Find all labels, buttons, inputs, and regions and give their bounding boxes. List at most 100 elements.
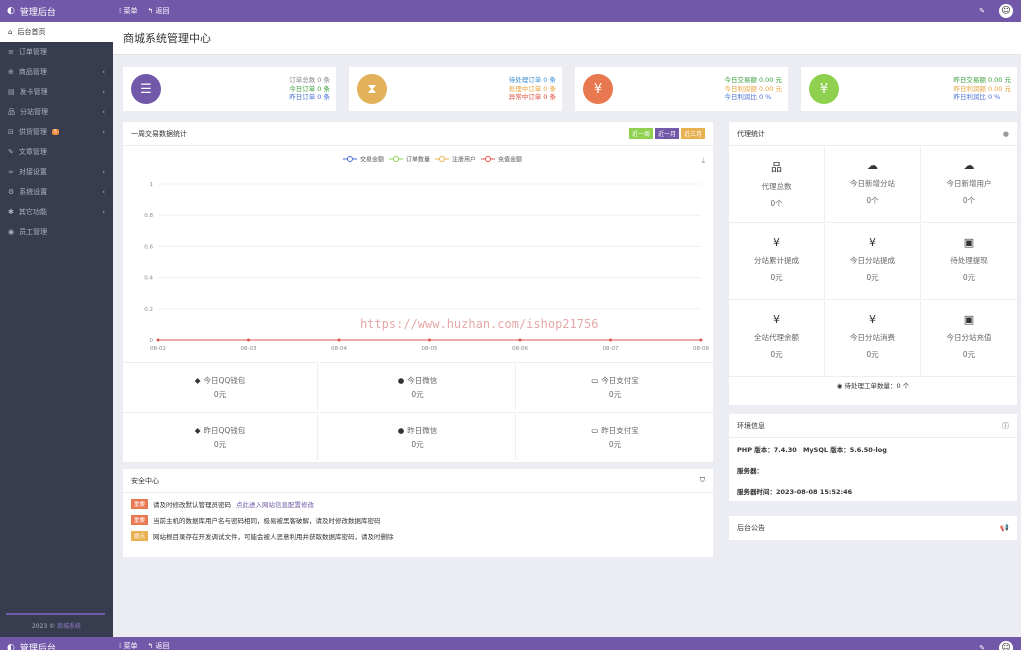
range-button-1[interactable]: 近一月	[654, 128, 679, 139]
stat-icon: ¥	[809, 74, 839, 104]
money-icon: ▣	[963, 236, 975, 249]
notice-link[interactable]: 点此进入网站信息配置修改	[236, 499, 314, 509]
sidebar: ⌂ 后台首页 ≡ 订单管理 ⊕ 商品管理 ‹ ▤ 发卡管理 ‹ 品分站管理 ‹ ⊟ 供货管理 5 ‹ ✎ 文章管理…	[0, 22, 113, 637]
range-button-0[interactable]: 近一周	[628, 128, 653, 139]
main-content: 商城系统管理中心 ☰ 订单总数 0 条今日订单 0 条昨日订单 0 条 ⧗ 待处理订单…	[113, 22, 1021, 637]
yen-icon: ¥	[869, 236, 876, 249]
stat-card-3: ¥ 昨日交易额 0.00 元昨日利润额 0.00 元昨日利润比 0 %	[801, 67, 1017, 111]
security-notice: 提示 网站根目录存在开发调试文件，可能会被人恶意利用并获取数据库密码，请及时删除	[131, 530, 713, 541]
stat-card-2: ¥ 今日交易额 0.00 元今日利润额 0.00 元今日利润比 0 %	[575, 67, 788, 111]
stat-line: 处理中订单 0 条	[508, 84, 556, 93]
sidebar-item-label: 订单管理	[18, 48, 47, 56]
stat-icon: ⧗	[357, 74, 387, 104]
sidebar-item-1[interactable]: ≡ 订单管理	[0, 42, 113, 62]
wrench-icon-bottom[interactable]: ✎	[979, 644, 985, 650]
sidebar-item-4[interactable]: 品分站管理 ‹	[0, 102, 113, 122]
back-bottom[interactable]: ↰ 返回	[147, 641, 169, 650]
x-tick-label: 08-08	[693, 346, 709, 352]
x-tick-label: 08-06	[512, 346, 528, 352]
sidebar-item-label: 系统设置	[19, 188, 48, 196]
sidebar-item-6[interactable]: ✎ 文章管理	[0, 142, 113, 162]
x-tick-label: 08-02	[150, 346, 166, 352]
stat-line: 今日订单 0 条	[289, 84, 330, 93]
y-tick-label: 0	[150, 338, 154, 344]
agent-stat-7: ¥ 今日分站消费 0元	[825, 301, 921, 377]
info-icon: ⓘ	[1002, 421, 1009, 430]
back-button[interactable]: ↰ 返回	[147, 6, 169, 16]
avatar[interactable]: ☺	[999, 4, 1013, 18]
x-tick-label: 08-03	[241, 346, 257, 352]
ticket-count[interactable]: ◉ 待处理工单数量：0 个	[729, 380, 1017, 390]
stat-line: 昨日订单 0 条	[289, 93, 330, 102]
data-point	[247, 338, 250, 342]
range-button-2[interactable]: 近三月	[680, 128, 705, 139]
y-tick-label: 0.2	[144, 307, 153, 313]
notice-tag: 提示	[131, 530, 149, 541]
bottom-bar: ◐ 管理后台 ⁞ 菜单 ↰ 返回 ✎ ☺	[0, 637, 1021, 650]
pay-stat-4: ● 昨日微信 0元	[320, 412, 516, 460]
alipay-icon: ▭	[591, 426, 599, 435]
sidebar-item-10[interactable]: ◉ 员工管理	[0, 222, 113, 242]
brand[interactable]: ◐ 管理后台	[0, 5, 113, 18]
wrench-icon[interactable]: ✎	[979, 7, 985, 15]
alipay-icon: ▭	[591, 376, 599, 385]
chart-panel-title: 一周交易数据统计	[131, 129, 187, 138]
avatar-bottom[interactable]: ☺	[999, 641, 1013, 650]
stat-line: 异常中订单 0 条	[508, 93, 556, 102]
user-icon: ◉	[8, 228, 15, 236]
sidebar-item-9[interactable]: ✱ 其它功能 ‹	[0, 202, 113, 222]
environment-panel: 环境信息 ⓘ PHP 版本：7.4.30 MySQL 版本：5.6.50-log …	[729, 414, 1017, 501]
data-point	[428, 338, 431, 342]
money-icon: ▣	[963, 313, 975, 326]
download-icon: ⤓	[701, 156, 705, 165]
stat-line: 昨日利润比 0 %	[953, 93, 1001, 102]
sidebar-item-0[interactable]: ⌂ 后台首页	[0, 22, 113, 42]
legend-label: 订单数量	[406, 156, 430, 164]
y-tick-label: 0.4	[144, 276, 153, 282]
agent-stat-3: ¥ 分站累计提成 0元	[729, 224, 825, 300]
home-icon: ⌂	[8, 28, 13, 36]
top-bar: ◐ 管理后台 ⁞ 菜单 ↰ 返回 ✎ ☺	[0, 0, 1021, 22]
security-notice: 重要 请及时修改默认管理员密码 点此进入网站信息配置修改	[131, 498, 713, 509]
footer-link[interactable]: 商城系统	[57, 623, 81, 630]
article-icon: ✎	[8, 148, 14, 156]
agent-stat-0: 品代理总数 0个	[729, 147, 825, 223]
data-point	[699, 338, 703, 342]
sidebar-item-3[interactable]: ▤ 发卡管理 ‹	[0, 82, 113, 102]
sidebar-item-5[interactable]: ⊟ 供货管理 5 ‹	[0, 122, 113, 142]
stat-line: 订单总数 0 条	[289, 76, 330, 85]
security-panel: 安全中心 ⛉ 重要 请及时修改默认管理员密码 点此进入网站信息配置修改 重要 当前主机的数…	[123, 469, 713, 557]
chevron-left-icon: ‹	[102, 188, 105, 196]
y-tick-label: 1	[150, 182, 154, 188]
yen-icon: ¥	[869, 313, 876, 326]
x-tick-label: 08-05	[422, 346, 438, 352]
agent-stat-4: ¥ 今日分站提成 0元	[825, 224, 921, 300]
sidebar-item-8[interactable]: ⚙ 系统设置 ‹	[0, 182, 113, 202]
sidebar-item-label: 商品管理	[18, 68, 47, 76]
legend-marker	[439, 156, 445, 162]
server-info: 服务器：	[737, 466, 763, 475]
qq-icon: ◆	[194, 376, 201, 385]
yen-icon: ¥	[773, 236, 780, 249]
cloud-icon: ☁	[963, 159, 975, 172]
menu-toggle-bottom[interactable]: ⁞ 菜单	[119, 641, 137, 650]
y-tick-label: 0.8	[144, 213, 153, 219]
sitemap-icon: 品	[771, 161, 782, 174]
dot-icon: ●	[1002, 129, 1009, 138]
stat-card-0: ☰ 订单总数 0 条今日订单 0 条昨日订单 0 条	[123, 67, 336, 111]
php-mysql-version: PHP 版本：7.4.30 MySQL 版本：5.6.50-log	[737, 445, 887, 454]
stat-line: 今日利润额 0.00 元	[724, 84, 782, 93]
agent-stat-2: ☁ 今日新增用户 0个	[921, 147, 1017, 223]
link-icon: ∞	[8, 168, 14, 176]
comment-icon: ◉	[836, 382, 843, 390]
chevron-left-icon: ‹	[102, 168, 105, 176]
sidebar-item-label: 文章管理	[18, 148, 47, 156]
legend-label: 交易金额	[360, 156, 384, 164]
list-icon: ≡	[8, 48, 14, 56]
page-title: 商城系统管理中心	[113, 22, 1021, 55]
menu-toggle-button[interactable]: ⁞ 菜单	[119, 6, 137, 16]
sidebar-item-7[interactable]: ∞ 对接设置 ‹	[0, 162, 113, 182]
chevron-left-icon: ‹	[102, 68, 105, 76]
sidebar-item-2[interactable]: ⊕ 商品管理 ‹	[0, 62, 113, 82]
count-badge: 5	[51, 129, 60, 135]
